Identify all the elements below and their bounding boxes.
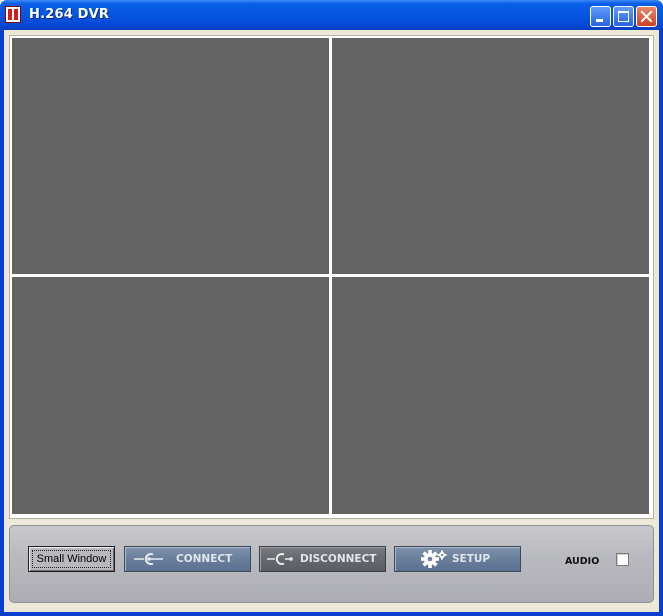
gear-icon: [421, 550, 447, 568]
video-channel-4[interactable]: [332, 277, 649, 514]
video-channel-2[interactable]: [332, 38, 649, 274]
audio-label: AUDIO: [565, 556, 600, 567]
setup-button[interactable]: SETUP: [394, 546, 521, 572]
video-channel-1[interactable]: [12, 38, 329, 274]
close-button[interactable]: [636, 6, 657, 27]
small-window-button[interactable]: Small Window: [28, 546, 115, 572]
setup-label: SETUP: [452, 553, 491, 565]
video-grid: [9, 35, 654, 519]
maximize-icon: [618, 11, 629, 22]
window-title: H.264 DVR: [29, 7, 110, 22]
connect-plug-icon: [134, 553, 163, 565]
minimize-icon: [596, 19, 603, 22]
small-window-label: Small Window: [36, 553, 107, 565]
control-panel: Small Window CONNECT DISCONNECT SETUP AU…: [9, 525, 654, 603]
audio-checkbox[interactable]: [616, 553, 629, 566]
dvr-window: H.264 DVR Small Window CONNECT DISCONNEC…: [0, 0, 663, 616]
video-channel-3[interactable]: [12, 277, 329, 514]
client-area: Small Window CONNECT DISCONNECT SETUP AU…: [4, 30, 659, 612]
minimize-button[interactable]: [590, 6, 611, 27]
maximize-button[interactable]: [613, 6, 634, 27]
disconnect-button[interactable]: DISCONNECT: [259, 546, 386, 572]
connect-label: CONNECT: [176, 553, 233, 565]
close-icon: [640, 10, 653, 23]
disconnect-label: DISCONNECT: [300, 553, 377, 565]
connect-button[interactable]: CONNECT: [124, 546, 251, 572]
title-bar[interactable]: H.264 DVR: [0, 0, 663, 30]
disconnect-plug-icon: [267, 553, 293, 565]
app-icon[interactable]: [6, 7, 20, 22]
